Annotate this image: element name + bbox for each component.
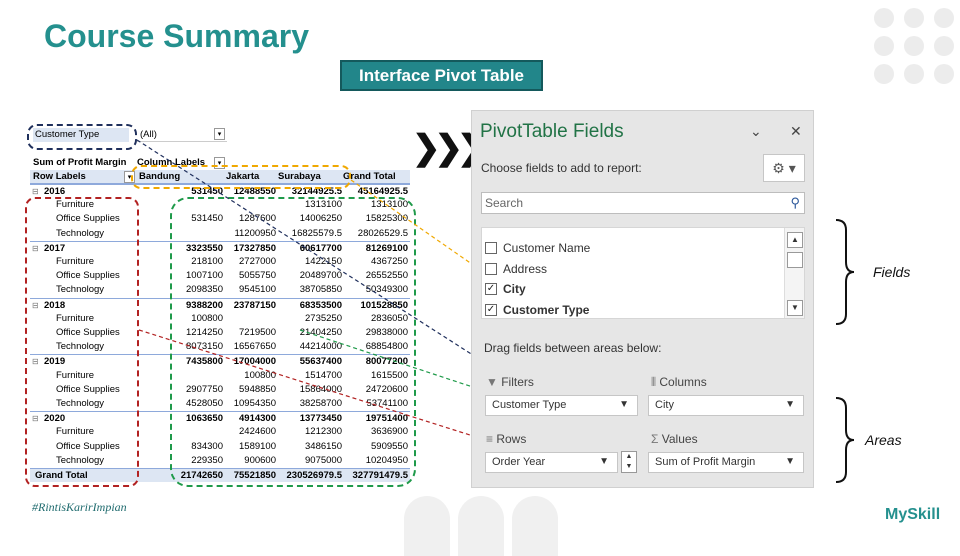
field-item[interactable]: Address (485, 259, 547, 279)
checkbox-icon[interactable] (485, 262, 497, 275)
field-item[interactable]: ✓ City (485, 279, 526, 299)
filters-field[interactable]: Customer Type ▼ (485, 395, 638, 416)
close-icon[interactable]: ✕ (790, 123, 802, 140)
search-icon[interactable]: ⚲ (790, 195, 800, 211)
values-header: Σ Values (651, 432, 698, 446)
field-list: Account Manager ID✓Customer Type✓CityAdd… (481, 227, 805, 319)
fields-bracket (835, 219, 855, 325)
chevron-down-icon[interactable]: ⌄ (750, 123, 762, 140)
values-field[interactable]: Sum of Profit Margin ▼ (648, 452, 804, 473)
search-input[interactable]: Search ⚲ (481, 192, 805, 214)
drag-fields-label: Drag fields between areas below: (484, 341, 662, 355)
hashtag: #RintisKarirImpian (32, 500, 127, 514)
areas-bracket (835, 397, 855, 483)
sigma-icon: Σ (651, 432, 662, 446)
filters-header: ▼ Filters (486, 375, 534, 389)
choose-fields-label: Choose fields to add to report: (481, 161, 642, 175)
columns-field[interactable]: City ▼ (648, 395, 804, 416)
rows-icon: ≡ (486, 432, 497, 446)
field-label: Customer Name (503, 241, 591, 255)
field-label: Address (503, 261, 548, 276)
dropdown-icon: ▼ (619, 399, 629, 410)
field-item[interactable]: Customer Name (485, 238, 590, 258)
search-placeholder: Search (485, 196, 524, 210)
pivot-fields-panel: PivotTable Fields ⌄ ✕ Choose fields to a… (471, 110, 814, 488)
panel-title: PivotTable Fields (480, 121, 624, 142)
field-label: City (503, 282, 526, 296)
field-list-scrollbar[interactable]: ▲ ▼ (784, 228, 804, 318)
rows-field[interactable]: Order Year ▼ (485, 452, 618, 473)
checkbox-icon[interactable]: ✓ (485, 283, 497, 295)
scroll-up-icon[interactable]: ▲ (787, 232, 803, 248)
scroll-down-icon[interactable]: ▼ (787, 300, 803, 316)
fields-label: Fields (873, 264, 911, 280)
field-item[interactable]: ✓ Customer Type (485, 300, 590, 319)
filter-icon: ▼ (486, 375, 502, 389)
scroll-thumb[interactable] (787, 252, 803, 268)
gear-icon[interactable]: ⚙ ▾ (763, 154, 805, 182)
columns-header: ⫴ Columns (651, 375, 707, 389)
logo: MySkill (885, 506, 941, 523)
checkbox-icon[interactable] (485, 242, 497, 254)
rows-header: ≡ Rows (486, 432, 527, 446)
checkbox-icon[interactable]: ✓ (485, 303, 497, 316)
dropdown-icon: ▼ (785, 399, 795, 410)
decorative-arches (404, 496, 564, 556)
dropdown-icon: ▼ (599, 456, 609, 467)
order-spinner[interactable]: ▲ ▼ (621, 451, 637, 473)
field-label: Customer Type (503, 302, 590, 317)
dropdown-icon: ▼ (785, 456, 795, 467)
areas-label: Areas (865, 432, 902, 448)
chevron-right-icon: ❯❯❯ (412, 129, 486, 167)
